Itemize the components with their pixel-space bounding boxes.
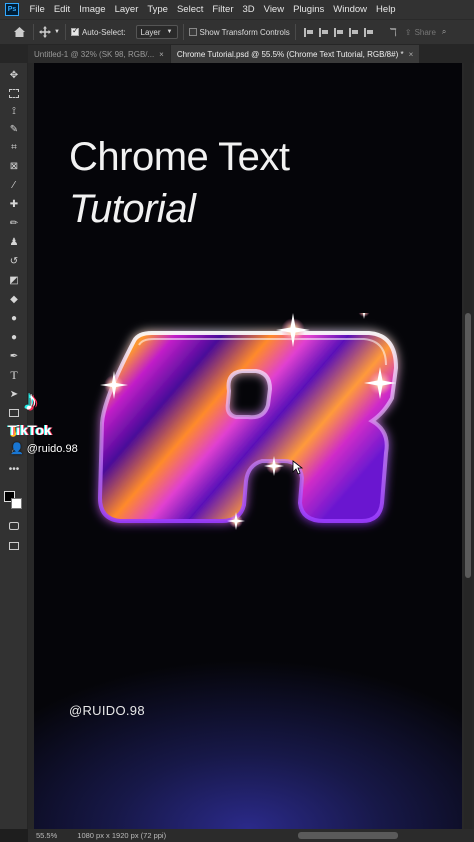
- tiktok-watermark: ♪ TikTok 👤 @ruido.98: [8, 385, 88, 460]
- menu-filter[interactable]: Filter: [208, 4, 238, 15]
- paint-bucket-icon[interactable]: ◆: [7, 292, 21, 306]
- align-center-icon[interactable]: [318, 27, 328, 37]
- vertical-scroll-thumb[interactable]: [465, 313, 471, 578]
- lasso-tool-icon[interactable]: ⟟: [7, 104, 21, 118]
- zoom-level[interactable]: 55.5%: [36, 831, 57, 840]
- mouse-cursor-icon: [292, 460, 308, 481]
- vertical-scrollbar[interactable]: [464, 63, 472, 829]
- history-brush-icon[interactable]: ↺: [7, 254, 21, 268]
- close-icon[interactable]: ×: [159, 50, 164, 59]
- more-tools-icon[interactable]: •••: [7, 462, 21, 476]
- move-tool-preset-icon[interactable]: ▼: [39, 26, 60, 38]
- eraser-icon[interactable]: ◩: [7, 273, 21, 287]
- layer-select-value: Layer: [140, 27, 161, 37]
- align-left-icon[interactable]: [303, 27, 313, 37]
- screen-mode-icon[interactable]: [7, 539, 21, 553]
- show-transform-controls-checkbox[interactable]: Show Transform Controls: [188, 27, 290, 37]
- marquee-tool-icon[interactable]: [7, 86, 21, 100]
- separator: [294, 24, 296, 40]
- frame-tool-icon[interactable]: ⊠: [7, 159, 21, 173]
- checkbox-checked-icon[interactable]: [70, 26, 79, 36]
- chevron-down-icon: ▼: [166, 29, 173, 35]
- canvas-title-line2: Tutorial: [69, 187, 196, 231]
- move-tool-icon[interactable]: ✥: [7, 68, 21, 82]
- menu-window[interactable]: Window: [329, 4, 372, 15]
- tab-label: Chrome Tutorial.psd @ 55.5% (Chrome Text…: [176, 49, 404, 59]
- dodge-tool-icon[interactable]: ●: [7, 330, 21, 344]
- share-icon: ⇪: [404, 27, 412, 37]
- menu-type[interactable]: Type: [143, 4, 173, 15]
- canvas-handle-text: @RUIDO.98: [69, 703, 145, 718]
- close-icon[interactable]: ×: [409, 50, 414, 59]
- 3d-mode-icon[interactable]: ℸ: [390, 26, 397, 39]
- healing-brush-icon[interactable]: ✚: [7, 197, 21, 211]
- chevron-down-icon: ▼: [54, 29, 60, 35]
- menu-image[interactable]: Image: [75, 4, 110, 15]
- options-bar: ▼ Auto-Select: Layer ▼ Show Transform Co…: [0, 19, 474, 44]
- document-size: 1080 px x 1920 px (72 ppi): [77, 831, 167, 840]
- letter-r-shape: [97, 331, 399, 523]
- menu-3d[interactable]: 3D: [238, 4, 259, 15]
- menu-edit[interactable]: Edit: [49, 4, 74, 15]
- stamp-tool-icon[interactable]: ♟: [7, 235, 21, 249]
- document-canvas[interactable]: Chrome Text Tutorial @RUIDO.98: [34, 63, 462, 829]
- separator: [64, 24, 66, 40]
- menu-view[interactable]: View: [259, 4, 288, 15]
- eyedropper-icon[interactable]: ⁄: [7, 178, 21, 192]
- sparkle-icon: [358, 313, 370, 319]
- checkbox-unchecked-icon[interactable]: [188, 28, 197, 36]
- background-color-swatch[interactable]: [11, 498, 22, 509]
- tab-untitled-1[interactable]: Untitled-1 @ 32% (SK 98, RGB/... ×: [28, 45, 170, 63]
- horizontal-scroll-thumb[interactable]: [298, 832, 398, 839]
- photoshop-logo-icon: Ps: [5, 3, 19, 16]
- document-tab-bar: Untitled-1 @ 32% (SK 98, RGB/... × Chrom…: [0, 44, 474, 63]
- menu-bar: Ps File Edit Image Layer Type Select Fil…: [0, 0, 474, 19]
- tiktok-wordmark: TikTok: [8, 422, 52, 438]
- tab-label: Untitled-1 @ 32% (SK 98, RGB/...: [34, 49, 155, 59]
- auto-select-checkbox[interactable]: Auto-Select:: [70, 26, 126, 37]
- type-tool-icon[interactable]: T: [7, 368, 21, 382]
- quick-mask-icon[interactable]: [7, 519, 21, 533]
- tiktok-username: 👤 @ruido.98: [10, 442, 78, 455]
- align-right-icon[interactable]: [333, 27, 343, 37]
- show-transform-label: Show Transform Controls: [199, 27, 290, 37]
- separator: [182, 24, 184, 40]
- search-icon[interactable]: ⌕: [442, 27, 446, 37]
- menu-help[interactable]: Help: [372, 4, 401, 15]
- tab-chrome-tutorial[interactable]: Chrome Tutorial.psd @ 55.5% (Chrome Text…: [170, 45, 420, 63]
- user-icon: 👤: [10, 443, 24, 455]
- share-label: Share: [414, 27, 436, 37]
- menu-plugins[interactable]: Plugins: [289, 4, 329, 15]
- brush-tool-icon[interactable]: ✏: [7, 216, 21, 230]
- separator: [33, 24, 34, 40]
- status-bar: 55.5% 1080 px x 1920 px (72 ppi): [28, 829, 474, 842]
- canvas-title-line1: Chrome Text: [69, 135, 290, 179]
- tiktok-logo-icon: ♪: [24, 385, 38, 416]
- home-icon[interactable]: [10, 26, 28, 38]
- menu-select[interactable]: Select: [172, 4, 207, 15]
- share-button[interactable]: ⇪ Share: [405, 28, 436, 37]
- align-middle-icon[interactable]: [363, 27, 373, 37]
- auto-select-target-dropdown[interactable]: Layer ▼: [135, 25, 178, 39]
- chrome-letter-r-artwork: [97, 313, 399, 530]
- menu-layer[interactable]: Layer: [110, 4, 143, 15]
- menu-file[interactable]: File: [25, 4, 49, 15]
- blur-tool-icon[interactable]: ●: [7, 311, 21, 325]
- magic-wand-icon[interactable]: ✎: [7, 122, 21, 136]
- align-top-icon[interactable]: [348, 27, 358, 37]
- pen-tool-icon[interactable]: ✒: [7, 349, 21, 363]
- auto-select-label: Auto-Select:: [81, 27, 126, 37]
- tiktok-username-text: @ruido.98: [26, 443, 78, 455]
- crop-tool-icon[interactable]: ⌗: [7, 140, 21, 154]
